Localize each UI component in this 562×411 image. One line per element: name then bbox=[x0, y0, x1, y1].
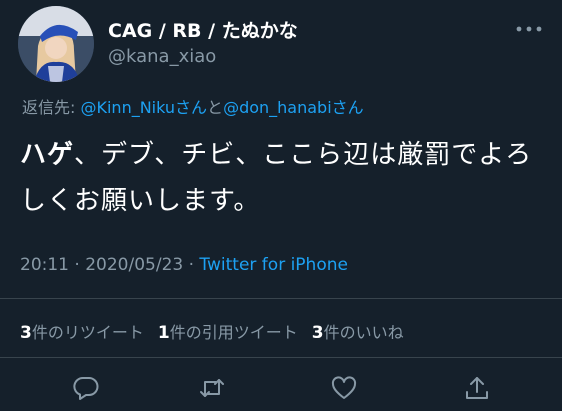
more-dots-icon[interactable] bbox=[514, 22, 544, 36]
heart-icon[interactable] bbox=[330, 374, 358, 402]
meta-separator: · bbox=[69, 255, 86, 275]
likes-label: 件のいいね bbox=[323, 323, 404, 342]
quotes-count: 1 bbox=[157, 323, 170, 343]
quotes-label: 件の引用ツイート bbox=[169, 323, 298, 342]
tweet-detail: CAG / RB / たぬかな @kana_xiao 返信先: @Kinn_Ni… bbox=[0, 0, 562, 411]
tweet-text: ハゲ、デブ、チビ、ここら辺は厳罰でよろしくお願いします。 bbox=[20, 132, 550, 224]
quotes-stat[interactable]: 1件の引用ツイート bbox=[157, 323, 298, 343]
mention-link-kinn-niku[interactable]: @Kinn_Nikuさん bbox=[80, 98, 207, 117]
share-upload-icon[interactable] bbox=[463, 374, 491, 402]
divider bbox=[0, 298, 562, 299]
avatar-photo bbox=[18, 6, 94, 82]
replying-to: 返信先: @Kinn_Nikuさんと@don_hanabiさん bbox=[22, 94, 364, 118]
retweets-label: 件のリツイート bbox=[31, 323, 144, 342]
avatar[interactable] bbox=[18, 6, 94, 82]
reply-connector: と bbox=[207, 98, 224, 117]
retweets-stat[interactable]: 3件のリツイート bbox=[20, 323, 144, 343]
divider bbox=[0, 357, 562, 358]
engagement-stats: 3件のリツイート 1件の引用ツイート 3件のいいね bbox=[20, 319, 418, 343]
tweet-source-link[interactable]: Twitter for iPhone bbox=[199, 255, 348, 275]
tweet-text-body: 、デブ、チビ、ここら辺は厳罰でよろしくお願いします。 bbox=[20, 140, 533, 216]
meta-separator: · bbox=[183, 255, 200, 275]
tweet-date[interactable]: 2020/05/23 bbox=[85, 255, 183, 275]
retweets-count: 3 bbox=[20, 323, 32, 343]
mention-link-don-hanabi[interactable]: @don_hanabiさん bbox=[223, 98, 364, 117]
tweet-time[interactable]: 20:11 bbox=[20, 255, 69, 275]
tweet-text-bold: ハゲ bbox=[20, 140, 75, 170]
display-name[interactable]: CAG / RB / たぬかな bbox=[108, 16, 298, 43]
likes-stat[interactable]: 3件のいいね bbox=[311, 323, 404, 343]
reply-prefix: 返信先: bbox=[22, 98, 81, 117]
likes-count: 3 bbox=[311, 323, 324, 343]
tweet-meta: 20:11 · 2020/05/23 · Twitter for iPhone bbox=[20, 255, 348, 275]
retweet-icon[interactable] bbox=[198, 374, 226, 402]
user-handle[interactable]: @kana_xiao bbox=[108, 46, 216, 67]
reply-bubble-icon[interactable] bbox=[72, 374, 100, 402]
